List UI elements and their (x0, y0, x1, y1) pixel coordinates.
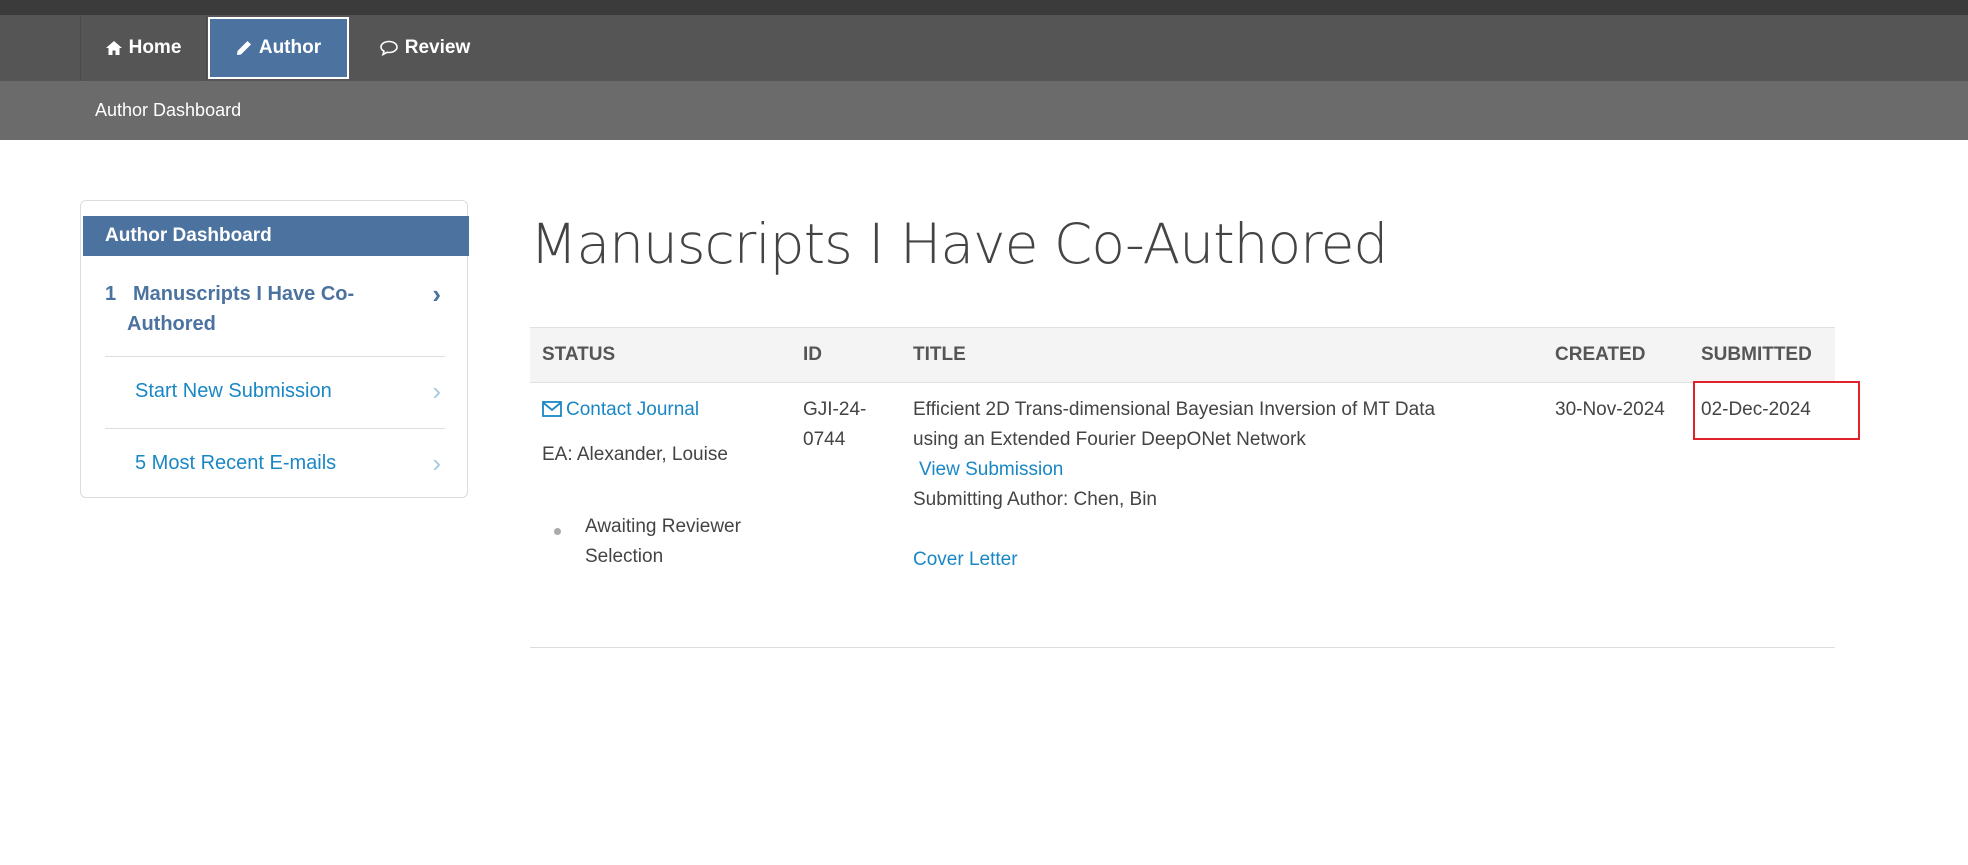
chevron-right-icon: › (432, 279, 441, 309)
sidebar-divider (105, 428, 445, 429)
table-header: STATUS ID TITLE CREATED SUBMITTED (530, 327, 1835, 383)
table-bottom-divider (530, 647, 1835, 648)
created-date: 30-Nov-2024 (1555, 399, 1665, 420)
column-header-submitted: SUBMITTED (1701, 344, 1812, 365)
sidebar-divider (105, 356, 445, 357)
status-bullet (554, 528, 561, 535)
main-navbar: Home Author Review (0, 15, 1968, 81)
status-text: Awaiting Reviewer Selection (585, 516, 741, 567)
chevron-right-icon: › (432, 376, 441, 406)
tab-review[interactable]: Review (360, 15, 490, 81)
view-submission-link[interactable]: View Submission (919, 455, 1063, 485)
tab-author[interactable]: Author (208, 17, 349, 79)
envelope-icon (542, 397, 562, 427)
breadcrumb-author-dashboard[interactable]: Author Dashboard (95, 81, 241, 140)
column-header-status: STATUS (542, 344, 616, 365)
manuscript-title: Efficient 2D Trans-dimensional Bayesian … (913, 399, 1436, 450)
tab-review-label: Review (404, 37, 471, 58)
sidebar-item-recent-emails[interactable]: 5 Most Recent E-mails › (105, 448, 453, 478)
sidebar-item-label: Manuscripts I Have Co- Authored (127, 283, 355, 335)
pencil-icon (236, 40, 252, 56)
sidebar-item-coauthored[interactable]: 1 Manuscripts I Have Co- Authored › (105, 279, 453, 339)
home-icon (105, 41, 122, 55)
chevron-right-icon: › (432, 448, 441, 478)
sidebar-item-label: 5 Most Recent E-mails (135, 452, 337, 474)
editorial-assistant: EA: Alexander, Louise (542, 444, 728, 465)
comment-icon (379, 40, 398, 56)
cover-letter-link[interactable]: Cover Letter (913, 545, 1018, 575)
contact-journal-label[interactable]: Contact Journal (566, 399, 699, 420)
sidebar-item-label: Start New Submission (135, 380, 332, 402)
tab-home[interactable]: Home (80, 15, 207, 81)
contact-journal-link[interactable]: Contact Journal (542, 395, 699, 427)
top-strip (0, 0, 1968, 15)
sidebar-item-start-new-submission[interactable]: Start New Submission › (105, 376, 453, 406)
page-title: Manuscripts I Have Co-Authored (530, 212, 1388, 276)
submitting-author: Submitting Author: Chen, Bin (913, 489, 1157, 510)
tab-home-label: Home (128, 37, 182, 58)
manuscript-id: GJI-24- 0744 (803, 399, 867, 450)
sidebar-item-count: 1 (105, 283, 117, 305)
column-header-created: CREATED (1555, 344, 1646, 365)
column-header-id: ID (803, 344, 822, 365)
sub-navbar: Author Dashboard (0, 81, 1968, 140)
column-header-title: TITLE (913, 344, 966, 365)
sidebar-panel: Author Dashboard 1 Manuscripts I Have Co… (80, 200, 469, 498)
tab-author-label: Author (258, 37, 322, 58)
sidebar-header: Author Dashboard (83, 216, 469, 256)
highlight-box (1693, 381, 1860, 440)
